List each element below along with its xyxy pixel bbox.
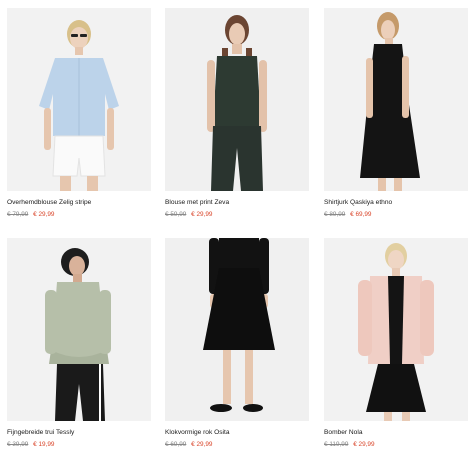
- product-prices: € 39,99 € 19,99: [7, 440, 151, 449]
- product-name[interactable]: Bomber Nola: [324, 428, 468, 437]
- product-card-shirtjurk[interactable]: Shirtjurk Qaskiya ethno € 89,99 € 69,99: [324, 8, 468, 219]
- product-card-rok-osita[interactable]: Klokvormige rok Osita € 69,99 € 29,99: [165, 238, 309, 449]
- product-name[interactable]: Klokvormige rok Osita: [165, 428, 309, 437]
- product-image[interactable]: [165, 238, 309, 421]
- model-black-dress: [324, 8, 468, 191]
- old-price: € 79,99: [7, 211, 29, 218]
- model-pink-bomber-jacket: [324, 238, 468, 421]
- model-sage-knit-sweater: [7, 238, 151, 421]
- product-image[interactable]: [324, 238, 468, 421]
- old-price: € 69,99: [165, 441, 187, 448]
- sale-price: € 29,99: [191, 441, 213, 448]
- model-dark-green-blouse: [165, 8, 309, 191]
- product-prices: € 59,99 € 29,99: [165, 210, 309, 219]
- sale-price: € 29,99: [191, 211, 213, 218]
- product-name[interactable]: Shirtjurk Qaskiya ethno: [324, 198, 468, 207]
- product-card-bomber-nola[interactable]: Bomber Nola € 119,99 € 29,99: [324, 238, 468, 449]
- sale-price: € 19,99: [33, 441, 55, 448]
- model-light-blue-blouse: [7, 8, 151, 191]
- product-prices: € 79,99 € 29,99: [7, 210, 151, 219]
- product-prices: € 69,99 € 29,99: [165, 440, 309, 449]
- product-name[interactable]: Blouse met print Zeva: [165, 198, 309, 207]
- old-price: € 119,99: [324, 441, 349, 448]
- sale-price: € 29,99: [353, 441, 375, 448]
- product-image[interactable]: [165, 8, 309, 191]
- product-image[interactable]: [7, 8, 151, 191]
- product-prices: € 89,99 € 69,99: [324, 210, 468, 219]
- product-image[interactable]: [7, 238, 151, 421]
- old-price: € 39,99: [7, 441, 29, 448]
- old-price: € 59,99: [165, 211, 187, 218]
- product-name[interactable]: Fijngebreide trui Tessly: [7, 428, 151, 437]
- product-card-blouse-zeva[interactable]: Blouse met print Zeva € 59,99 € 29,99: [165, 8, 309, 219]
- product-name[interactable]: Overhemdblouse Zelig stripe: [7, 198, 151, 207]
- product-card-overhemdblouse[interactable]: Overhemdblouse Zelig stripe € 79,99 € 29…: [7, 8, 151, 219]
- product-card-trui-tessly[interactable]: Fijngebreide trui Tessly € 39,99 € 19,99: [7, 238, 151, 449]
- sale-price: € 69,99: [350, 211, 372, 218]
- product-prices: € 119,99 € 29,99: [324, 440, 468, 449]
- product-image[interactable]: [324, 8, 468, 191]
- old-price: € 89,99: [324, 211, 346, 218]
- sale-price: € 29,99: [33, 211, 55, 218]
- model-black-flared-skirt: [165, 238, 309, 421]
